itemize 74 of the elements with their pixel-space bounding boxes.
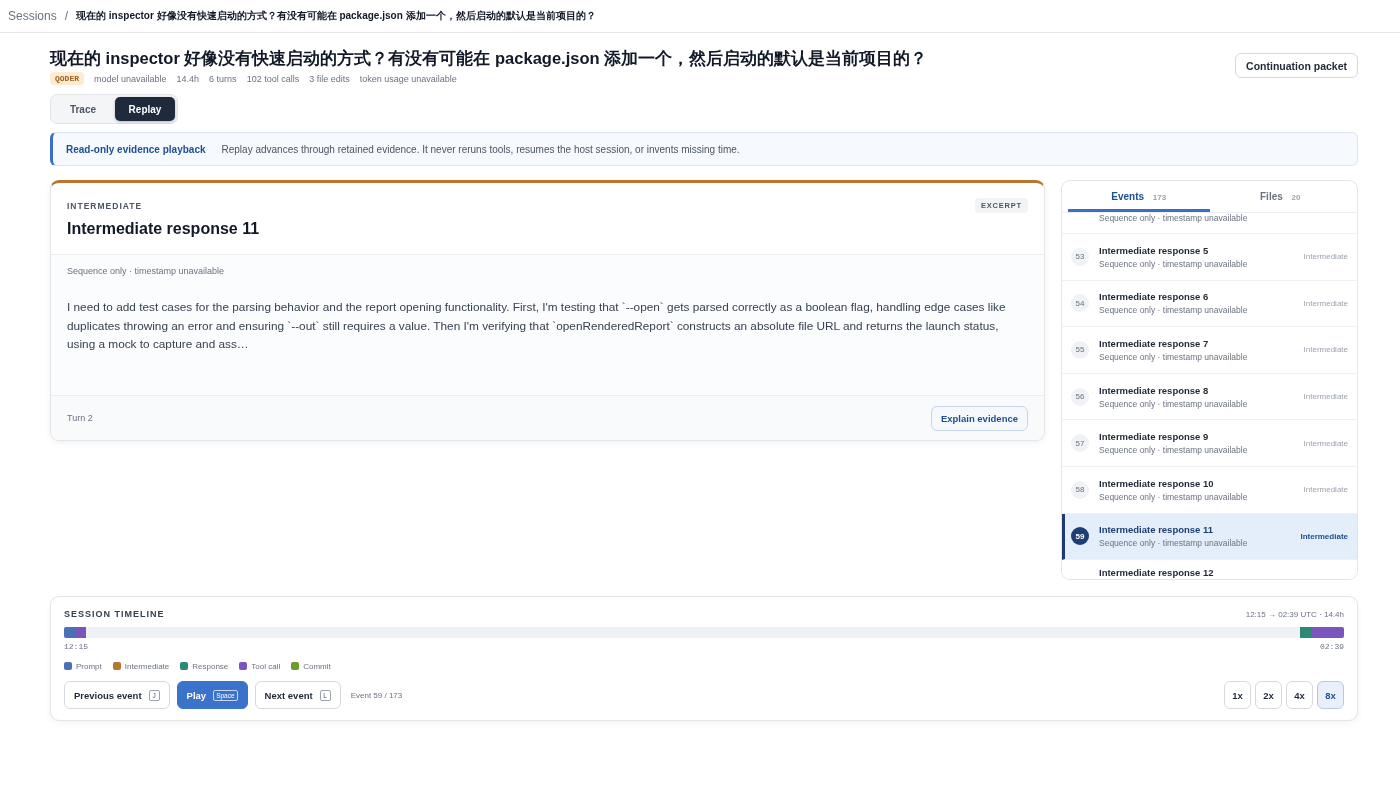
event-timing: Sequence only · timestamp unavailable (1099, 352, 1249, 363)
event-title: Intermediate response 9 (1099, 430, 1210, 444)
speed-button[interactable]: 1x (1224, 681, 1251, 709)
sequence-number: 54 (1071, 294, 1089, 313)
session-meta: 6 turns (209, 73, 237, 84)
timeline-segment[interactable] (1311, 627, 1322, 638)
explain-evidence-button[interactable]: Explain evidence (930, 405, 1028, 431)
timeline-segment[interactable] (1300, 627, 1311, 638)
event-type: Intermediate (1303, 485, 1348, 495)
event-title: Intermediate response 10 (1099, 476, 1215, 490)
event-type: Intermediate (1303, 298, 1348, 308)
timeline-segment[interactable] (75, 627, 86, 638)
sequence-number: 57 (1071, 434, 1089, 453)
timeline-start-time: 12:15 (64, 642, 88, 652)
timeline-segment[interactable] (64, 627, 75, 638)
legend-label: Response (192, 661, 229, 671)
sequence-number: 59 (1071, 527, 1089, 546)
event-timing: Sequence only · timestamp unavailable (1099, 538, 1249, 550)
event-timing: Sequence only · timestamp unavailable (1099, 491, 1249, 503)
panel-tab[interactable]: Files 20 (1209, 181, 1351, 212)
timeline-segment[interactable] (1333, 627, 1344, 638)
event-category: INTERMEDIATE (67, 201, 144, 211)
view-tab[interactable]: Replay (115, 97, 175, 121)
event-timing: Sequence only · timestamp unavailable (1099, 213, 1249, 224)
sequence-number: 56 (1071, 387, 1089, 406)
timeline-range: 12:15 → 02:39 UTC · 14.4h (1245, 609, 1344, 619)
event-type: Intermediate (1303, 252, 1348, 262)
notice-text: Replay advances through retained evidence. It never reruns tools, resumes the host session, or invents missing time. (221, 143, 740, 155)
timeline-title: SESSION TIMELINE (64, 609, 165, 619)
breadcrumb-link[interactable]: Sessions (8, 9, 57, 23)
turn-label: Turn 2 (67, 413, 93, 423)
session-meta: model unavailable (94, 73, 167, 84)
event-type: Intermediate (1303, 392, 1348, 402)
agent-badge: QODER (50, 72, 84, 85)
session-meta: token usage unavailable (359, 73, 457, 84)
event-title: Intermediate response 11 (1099, 523, 1215, 537)
speed-button[interactable]: 4x (1286, 681, 1313, 709)
sequence-number: 58 (1071, 480, 1089, 499)
event-position: Event 59 / 173 (350, 690, 403, 700)
event-timing: Sequence only · timestamp unavailable (1099, 398, 1249, 410)
event-title: Intermediate response 6 (1099, 290, 1210, 304)
sequence-number: 55 (1071, 341, 1089, 359)
event-row[interactable]: Sequence only · timestamp unavailable (1062, 213, 1357, 234)
legend-label: Commit (303, 661, 331, 671)
breadcrumb-separator: / (64, 9, 69, 23)
event-type: Intermediate (1303, 438, 1348, 448)
event-timing: Sequence only · timestamp unavailable (1099, 445, 1249, 457)
event-heading: Intermediate response 11 (67, 220, 260, 238)
event-text: I need to add test cases for the parsing behavior and the report opening functionality. First, I'm testing that `--open` gets parsed correctly as a boolean flag, handling edge cases like duplicates throwing an error and ensuring `--out` still requires a value. Then I'm verifying that `openRenderedReport` constructs an absolute file URL and returns the launch status, using a mock to capture and ass… (67, 299, 1007, 354)
sequence-number: 53 (1071, 247, 1089, 266)
event-title: Intermediate response 5 (1099, 243, 1210, 257)
timeline-end-time: 02:39 (1320, 642, 1344, 652)
event-type: Intermediate (1300, 531, 1348, 541)
speed-button[interactable]: 8x (1317, 681, 1344, 709)
event-timing: Sequence only · timestamp unavailable (1099, 305, 1249, 317)
continuation-packet-button[interactable]: Continuation packet (1235, 53, 1358, 78)
event-row[interactable]: 59 Intermediate response 11 Sequence only · timestamp unavailable Intermediate (1062, 513, 1357, 561)
session-meta: 3 file edits (309, 73, 350, 84)
event-timing: Sequence only · timestamp unavailable (1099, 258, 1249, 270)
view-tab[interactable]: Trace (53, 97, 113, 121)
event-title: Intermediate response 12 (1099, 566, 1215, 579)
event-timing: Sequence only · timestamp unavailable (67, 266, 226, 276)
session-meta: 14.4h (176, 73, 200, 84)
session-meta: 102 tool calls (246, 73, 300, 84)
legend-label: Intermediate (124, 661, 170, 671)
legend-label: Prompt (76, 661, 102, 671)
event-type: Intermediate (1303, 345, 1348, 355)
event-title: Intermediate response 8 (1099, 383, 1210, 397)
legend-label: Tool call (251, 661, 281, 671)
notice-title: Read-only evidence playback (66, 143, 206, 155)
event-title: Intermediate response 7 (1099, 337, 1210, 350)
speed-button[interactable]: 2x (1255, 681, 1282, 709)
breadcrumb-current: 现在的 inspector 好像没有快速启动的方式？有没有可能在 package.json 添加一个，然后启动的默认是当前项目的？ (76, 9, 596, 23)
session-title: 现在的 inspector 好像没有快速启动的方式？有没有可能在 package.json 添加一个，然后启动的默认是当前项目的？ (50, 48, 928, 69)
